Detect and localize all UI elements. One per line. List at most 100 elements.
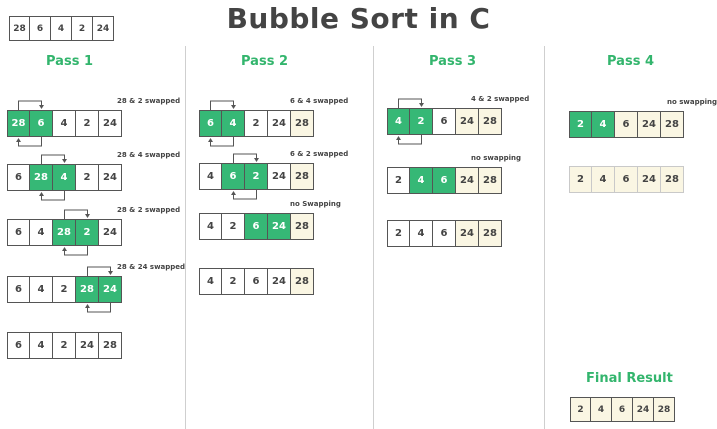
array-cell: 28 [30,164,53,191]
arrowhead [419,103,424,107]
step-note: 28 & 4 swapped [117,151,181,159]
step-array: 2 4 6 24 28 [569,166,684,193]
swap-arrow-top [18,100,42,110]
array-cell: 4 [199,213,222,240]
arrowhead [85,214,90,218]
array-cell: 4 [410,167,433,194]
array-cell: 24 [99,110,122,137]
array-cell: 24 [76,332,99,359]
array-cell: 2 [72,16,93,41]
step-array: 2 4 6 24 28 [387,167,502,194]
array-cell: 4 [591,397,612,422]
array-cell: 24 [456,108,479,135]
arrowhead [62,247,67,251]
array-cell: 24 [268,110,291,137]
step-array: 6 4 2 24 28 [199,110,314,137]
array-cell: 28 [661,111,684,138]
initial-array: 28 6 4 2 24 [9,16,114,41]
step-array: 2 4 6 24 28 [387,220,502,247]
step-note: 6 & 2 swapped [290,150,349,158]
array-cell: 24 [99,276,122,303]
array-cell: 4 [30,219,53,246]
step-note: 28 & 24 swapped [117,263,186,271]
array-cell: 28 [479,108,502,135]
array-cell: 28 [9,16,30,41]
step-array: 4 2 6 24 28 [199,268,314,295]
array-cell: 28 [99,332,122,359]
array-cell: 24 [456,220,479,247]
array-cell: 2 [53,276,76,303]
array-cell: 6 [245,268,268,295]
array-cell: 24 [268,213,291,240]
column-divider [544,46,545,429]
step-note: no swapping [667,98,717,106]
array-cell: 28 [53,219,76,246]
array-cell: 4 [30,332,53,359]
array-cell: 28 [291,268,314,295]
array-cell: 2 [222,213,245,240]
array-cell: 24 [638,111,661,138]
array-cell: 24 [633,397,654,422]
step-array: 6 4 2 24 28 [7,332,122,359]
step-array: 6 4 28 2 24 [7,219,122,246]
arrowhead [39,192,44,196]
array-cell: 4 [199,163,222,190]
array-cell: 2 [245,110,268,137]
arrowhead [85,304,90,308]
array-cell: 4 [387,108,410,135]
swap-arrow-bottom [64,246,88,256]
swap-arrow-top [41,154,65,164]
array-cell: 6 [245,213,268,240]
arrowhead [396,136,401,140]
array-cell: 24 [268,268,291,295]
array-cell: 2 [222,268,245,295]
step-array: 2 4 6 24 28 [569,111,684,138]
swap-arrow-bottom [87,303,111,313]
step-array: 6 4 2 28 24 [7,276,122,303]
array-cell: 4 [53,164,76,191]
array-cell: 28 [661,166,684,193]
array-cell: 24 [456,167,479,194]
pass-title: Pass 1 [46,54,93,69]
array-cell: 28 [291,213,314,240]
array-cell: 6 [615,111,638,138]
array-cell: 4 [53,110,76,137]
array-cell: 28 [479,220,502,247]
pass-title: Pass 2 [241,54,288,69]
step-note: no swapping [471,154,522,162]
array-cell: 6 [7,164,30,191]
array-cell: 6 [199,110,222,137]
array-cell: 2 [569,111,592,138]
step-array: 4 2 6 24 28 [199,213,314,240]
array-cell: 6 [30,110,53,137]
array-cell: 2 [76,219,99,246]
swap-arrow-bottom [233,190,257,200]
array-cell: 4 [222,110,245,137]
step-note: 6 & 4 swapped [290,97,349,105]
swap-arrow-bottom [18,137,42,147]
array-cell: 4 [51,16,72,41]
swap-arrow-bottom [398,135,422,145]
swap-arrow-top [64,209,88,219]
array-cell: 6 [615,166,638,193]
array-cell: 4 [592,111,615,138]
array-cell: 4 [410,220,433,247]
arrowhead [62,159,67,163]
array-cell: 2 [569,166,592,193]
array-cell: 24 [93,16,114,41]
final-result-title: Final Result [586,371,673,386]
array-cell: 6 [433,167,456,194]
array-cell: 2 [387,167,410,194]
array-cell: 6 [7,332,30,359]
array-cell: 6 [433,220,456,247]
step-array: 4 2 6 24 28 [387,108,502,135]
array-cell: 2 [570,397,591,422]
array-cell: 2 [410,108,433,135]
column-divider [185,46,186,429]
array-cell: 24 [99,164,122,191]
array-cell: 6 [30,16,51,41]
swap-arrow-bottom [210,137,234,147]
array-cell: 28 [7,110,30,137]
swap-arrows [396,98,424,145]
swap-arrow-top [210,100,234,110]
